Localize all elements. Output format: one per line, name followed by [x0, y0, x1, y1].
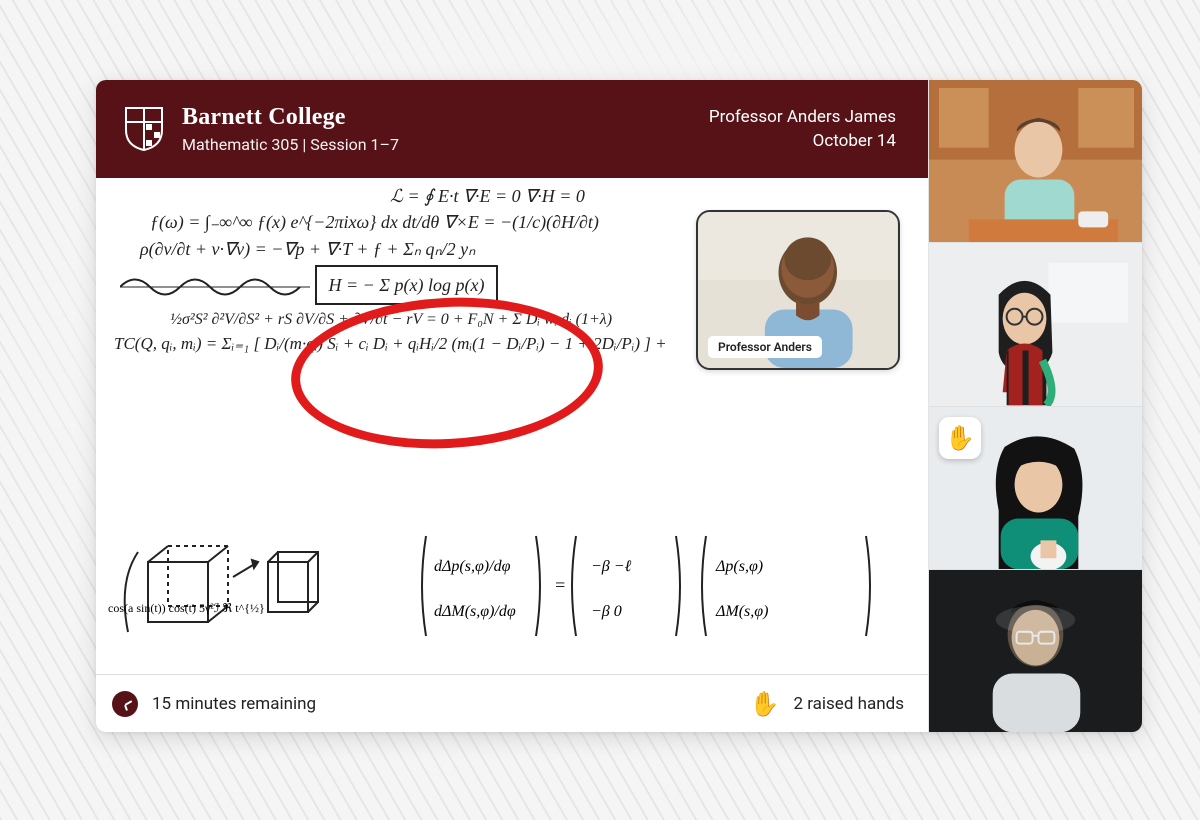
college-name: Barnett College [182, 104, 691, 131]
svg-text:Δp(s,φ): Δp(s,φ) [715, 558, 763, 575]
svg-text:dΔp(s,φ)/dφ: dΔp(s,φ)/dφ [434, 558, 511, 575]
participants-sidebar: ✋ [928, 80, 1142, 732]
raised-hands-text: 2 raised hands [793, 694, 904, 714]
boxed-equation: H = − Σ p(x) log p(x) [315, 265, 499, 305]
svg-text:−β −ℓ: −β −ℓ [591, 558, 632, 575]
presenter-video[interactable]: Professor Anders [696, 210, 900, 370]
clock-icon [112, 691, 138, 717]
participant-thumb[interactable]: ✋ [929, 406, 1142, 569]
participant-thumb[interactable] [929, 569, 1142, 732]
main-column: Barnett College Mathematic 305 | Session… [96, 80, 928, 732]
shared-whiteboard[interactable]: ℒ = ∮ E·t ∇·E = 0 ∇·H = 0 ƒ(ω) = ∫₋∞^∞ ƒ… [96, 178, 928, 674]
diagram-cube-sketch: cos(a sin(t)) cos(t) 5γ²ℐ ℜ t^{½} [108, 522, 338, 662]
header-left: Barnett College Mathematic 305 | Session… [182, 104, 691, 154]
presenter-label: Professor Anders [708, 336, 822, 358]
svg-text:dΔM(s,φ)/dφ: dΔM(s,φ)/dφ [434, 603, 516, 620]
svg-text:=: = [554, 575, 566, 595]
session-footer: 15 minutes remaining ✋ 2 raised hands [96, 674, 928, 732]
equation-line: ℒ = ∮ E·t ∇·E = 0 ∇·H = 0 [390, 184, 914, 208]
svg-text:cos(a sin(t)) cos(t) 5γ²ℐ: cos(a sin(t)) cos(t) 5γ²ℐ ℜ t^{½} [108, 601, 265, 615]
session-window: Barnett College Mathematic 305 | Session… [96, 80, 1142, 732]
header-right: Professor Anders James October 14 [709, 107, 896, 151]
raised-hand-icon: ✋ [750, 692, 780, 716]
participant-thumb[interactable] [929, 80, 1142, 242]
professor-name: Professor Anders James [709, 107, 896, 127]
college-shield-icon [124, 106, 164, 152]
participant-thumb[interactable] [929, 242, 1142, 405]
session-header: Barnett College Mathematic 305 | Session… [96, 80, 928, 178]
matrix-equation: dΔp(s,φ)/dφ dΔM(s,φ)/dφ = −β −ℓ −β 0 Δp(… [416, 526, 896, 646]
svg-text:ΔM(s,φ): ΔM(s,φ) [715, 603, 768, 620]
raised-hand-badge: ✋ [939, 417, 981, 459]
svg-text:−β 0: −β 0 [591, 603, 622, 620]
session-date: October 14 [709, 131, 896, 151]
course-line: Mathematic 305 | Session 1–7 [182, 135, 691, 154]
time-remaining-text: 15 minutes remaining [152, 694, 316, 714]
